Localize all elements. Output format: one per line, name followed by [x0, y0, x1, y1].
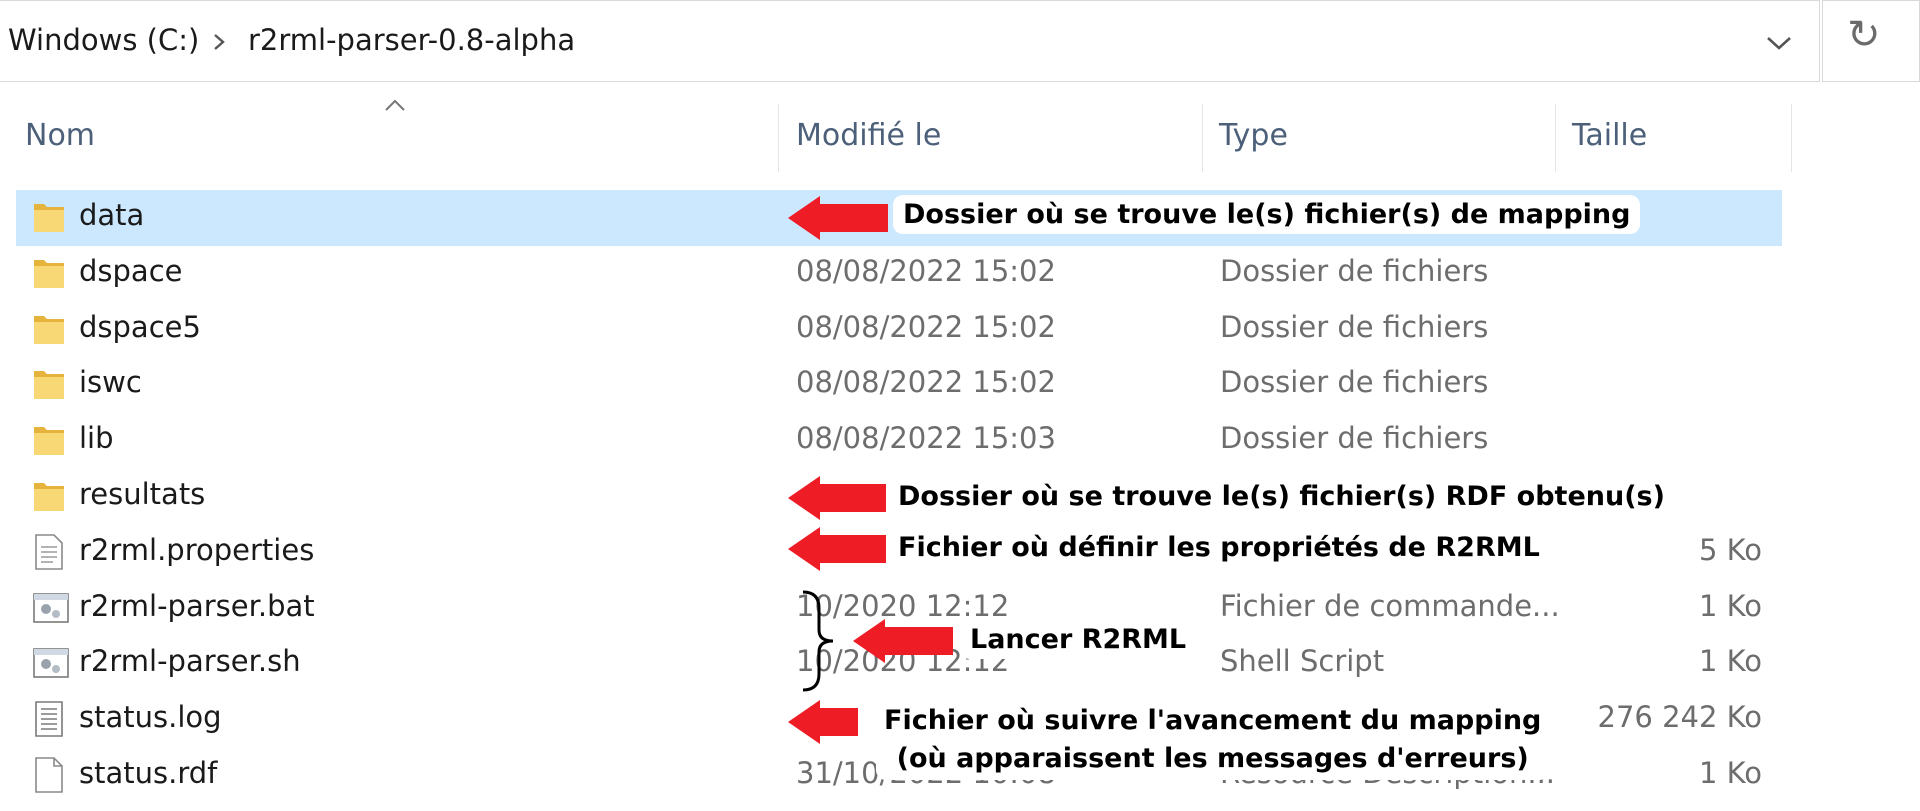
- script-file-icon: [32, 589, 69, 627]
- file-type: Dossier de fichiers: [1220, 253, 1489, 288]
- folder-icon: [32, 198, 66, 236]
- column-divider[interactable]: [1555, 104, 1556, 172]
- text-file-icon: [32, 533, 66, 571]
- annotation-properties-file: Fichier où définir les propriétés de R2R…: [888, 528, 1550, 567]
- file-row[interactable]: lib 08/08/2022 15:03 Dossier de fichiers: [16, 413, 1782, 469]
- file-size: 1 Ko: [1699, 644, 1762, 679]
- curly-brace-icon: [802, 590, 834, 692]
- file-type: Dossier de fichiers: [1220, 365, 1489, 400]
- column-header-modified[interactable]: Modifié le: [796, 100, 941, 172]
- file-modified: 08/08/2022 15:03: [796, 421, 1056, 456]
- file-row[interactable]: dspace5 08/08/2022 15:02 Dossier de fichie…: [16, 302, 1782, 358]
- column-divider[interactable]: [1202, 104, 1203, 172]
- refresh-icon: ↻: [1847, 12, 1881, 58]
- file-name: r2rml-parser.sh: [79, 644, 301, 679]
- file-row[interactable]: iswc 08/08/2022 15:02 Dossier de fichiers: [16, 357, 1782, 413]
- annotation-arrow: [788, 196, 888, 240]
- column-header-type[interactable]: Type: [1219, 100, 1288, 172]
- column-header-size[interactable]: Taille: [1572, 100, 1647, 172]
- file-type: Dossier de fichiers: [1220, 309, 1489, 344]
- annotation-log-line2: (où apparaissent les messages d'erreurs): [896, 743, 1529, 774]
- file-size: 5 Ko: [1699, 532, 1762, 567]
- annotation-launch-scripts: Lancer R2RML: [960, 620, 1197, 659]
- file-name: data: [79, 198, 145, 232]
- file-name: status.rdf: [79, 756, 218, 790]
- address-bar[interactable]: Windows (C:) r2rml-parser-0.8-alpha: [0, 0, 1820, 82]
- annotation-arrow: [788, 700, 858, 744]
- column-header-name[interactable]: Nom: [25, 100, 95, 172]
- file-name: status.log: [79, 700, 222, 735]
- file-size: 1 Ko: [1699, 588, 1762, 623]
- file-name: iswc: [79, 365, 142, 400]
- folder-icon: [32, 421, 66, 459]
- sort-ascending-icon: [385, 99, 405, 111]
- file-name: r2rml-parser.bat: [79, 588, 315, 623]
- file-modified: 08/08/2022 15:02: [796, 309, 1056, 344]
- file-name: lib: [79, 421, 114, 456]
- file-name: r2rml.properties: [79, 532, 315, 567]
- folder-icon: [32, 365, 66, 403]
- chevron-right-icon: [214, 34, 225, 50]
- folder-icon: [32, 477, 66, 515]
- annotation-arrow: [788, 476, 886, 520]
- breadcrumb-current-folder[interactable]: r2rml-parser-0.8-alpha: [248, 23, 575, 57]
- file-size: 276 242 Ko: [1597, 700, 1762, 735]
- annotation-arrow: [788, 527, 886, 571]
- annotation-arrow: [853, 619, 953, 663]
- log-file-icon: [32, 700, 66, 738]
- annotation-log-line1: Fichier où suivre l'avancement du mappin…: [884, 705, 1542, 736]
- breadcrumb-root[interactable]: Windows (C:): [8, 23, 199, 57]
- file-name: dspace: [79, 253, 183, 288]
- column-divider[interactable]: [778, 104, 779, 172]
- blank-file-icon: [32, 756, 66, 794]
- column-divider[interactable]: [1791, 104, 1792, 172]
- folder-icon: [32, 310, 66, 348]
- file-type: Shell Script: [1220, 644, 1385, 679]
- file-size: 1 Ko: [1699, 756, 1762, 790]
- file-type: Fichier de commande...: [1220, 588, 1560, 623]
- folder-icon: [32, 254, 66, 292]
- file-name: dspace5: [79, 309, 201, 344]
- file-modified: 08/08/2022 15:02: [796, 365, 1056, 400]
- refresh-button[interactable]: ↻: [1822, 0, 1920, 82]
- file-name: resultats: [79, 477, 206, 511]
- annotation-log-file: Fichier où suivre l'avancement du mappin…: [876, 700, 1550, 780]
- file-modified: 08/08/2022 15:02: [796, 253, 1056, 288]
- chevron-down-icon[interactable]: [1764, 31, 1794, 55]
- script-file-icon: [32, 644, 69, 682]
- annotation-data-folder: Dossier où se trouve le(s) fichier(s) de…: [893, 195, 1641, 234]
- file-row[interactable]: dspace 08/08/2022 15:02 Dossier de fichier…: [16, 246, 1782, 302]
- file-type: Dossier de fichiers: [1220, 421, 1489, 456]
- annotation-resultats-folder: Dossier où se trouve le(s) fichier(s) RD…: [888, 477, 1675, 516]
